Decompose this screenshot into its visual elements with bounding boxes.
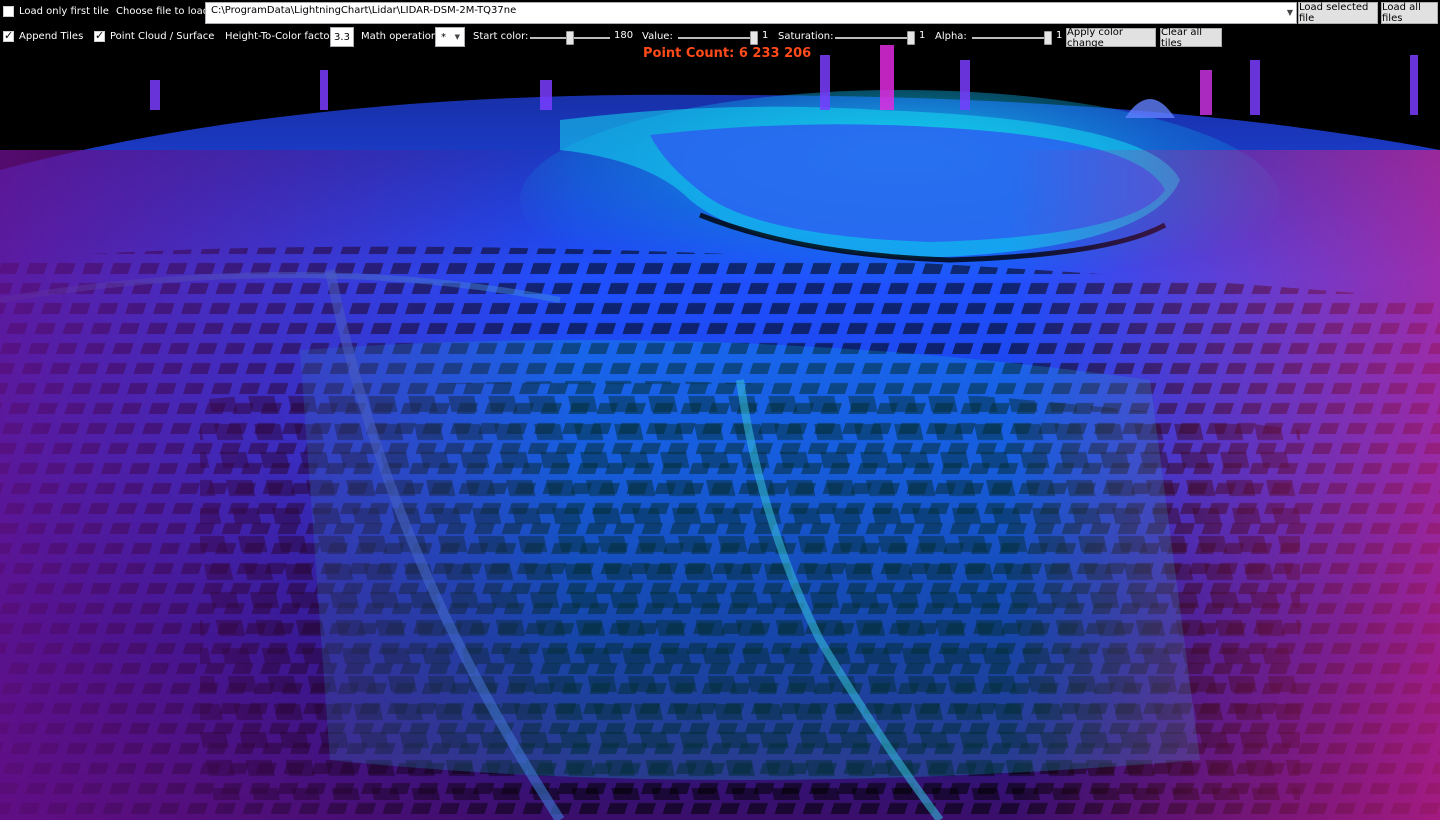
- slider-thumb[interactable]: [750, 31, 758, 45]
- slider-track[interactable]: [835, 37, 915, 39]
- slider-thumb[interactable]: [566, 31, 574, 45]
- value-label: Value:: [642, 31, 673, 42]
- alpha-slider[interactable]: [972, 31, 1052, 45]
- alpha-label: Alpha:: [935, 31, 967, 42]
- checkbox-box[interactable]: [3, 29, 14, 42]
- alpha-value: 1: [1056, 30, 1063, 41]
- append-tiles-checkbox[interactable]: Append Tiles: [3, 29, 84, 42]
- height-to-color-input[interactable]: 3.3: [330, 27, 354, 47]
- checkbox-box[interactable]: [94, 29, 105, 42]
- lidar-point-cloud-view[interactable]: [0, 0, 1440, 820]
- append-tiles-label: Append Tiles: [19, 31, 84, 42]
- slider-thumb[interactable]: [1044, 31, 1052, 45]
- load-all-files-button[interactable]: Load all files: [1381, 2, 1438, 24]
- start-color-value: 180: [614, 30, 634, 41]
- math-operation-combobox[interactable]: * ▼: [435, 27, 465, 47]
- math-operation-label: Math operation: [361, 31, 438, 42]
- slider-track[interactable]: [678, 37, 758, 39]
- value-value: 1: [762, 30, 769, 41]
- saturation-slider[interactable]: [835, 31, 915, 45]
- chevron-down-icon[interactable]: ▼: [455, 33, 460, 41]
- clear-all-tiles-button[interactable]: Clear all tiles: [1160, 27, 1222, 49]
- saturation-label: Saturation:: [778, 31, 834, 42]
- choose-file-label: Choose file to load:: [116, 6, 213, 17]
- point-cloud-surface-checkbox[interactable]: Point Cloud / Surface: [94, 29, 215, 42]
- chevron-down-icon[interactable]: ▼: [1287, 8, 1293, 17]
- toolbar-row-1: Load only first tile Choose file to load…: [0, 0, 1440, 26]
- height-to-color-label: Height-To-Color factor: [225, 31, 334, 42]
- start-color-slider[interactable]: [530, 31, 610, 45]
- value-slider[interactable]: [678, 31, 758, 45]
- point-count-label: Point Count: 6 233 206: [643, 46, 812, 61]
- start-color-label: Start color:: [473, 31, 529, 42]
- checkbox-box[interactable]: [3, 6, 14, 17]
- saturation-value: 1: [919, 30, 926, 41]
- slider-thumb[interactable]: [907, 31, 915, 45]
- file-path-combobox[interactable]: C:\ProgramData\LightningChart\Lidar\LIDA…: [205, 2, 1297, 24]
- point-cloud-surface-label: Point Cloud / Surface: [110, 31, 215, 42]
- load-selected-file-button[interactable]: Load selected file: [1298, 2, 1378, 24]
- load-only-first-tile-checkbox[interactable]: Load only first tile: [3, 6, 109, 17]
- slider-track[interactable]: [972, 37, 1052, 39]
- load-only-first-tile-label: Load only first tile: [19, 6, 109, 17]
- apply-color-change-button[interactable]: Apply color change: [1066, 27, 1156, 49]
- file-path-value: C:\ProgramData\LightningChart\Lidar\LIDA…: [211, 5, 517, 16]
- math-operation-value: *: [441, 31, 446, 43]
